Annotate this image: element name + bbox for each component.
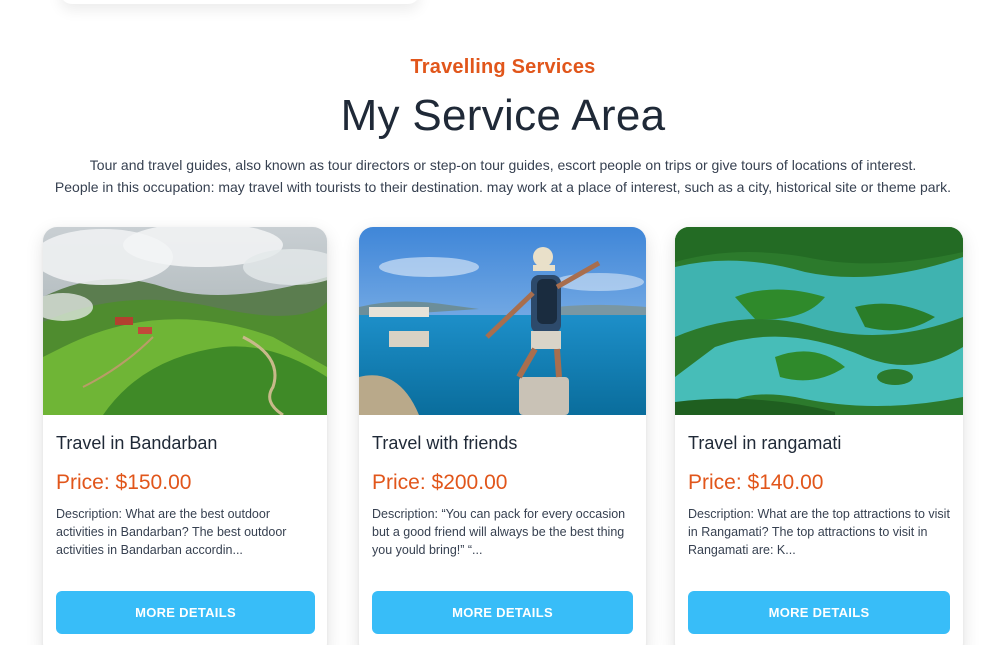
card-description: Description: What are the best outdoor a…: [56, 507, 287, 557]
description-line-2: People in this occupation: may travel wi…: [54, 178, 952, 195]
card-description: Description: What are the top attraction…: [688, 507, 950, 557]
card-title: Travel in Bandarban: [56, 433, 218, 453]
service-card-rangamati: Travel in rangamati Price: $140.00 Descr…: [675, 227, 963, 645]
more-details-button[interactable]: MORE DETAILS: [688, 591, 950, 634]
service-card-bandarban: Travel in Bandarban Price: $150.00 Descr…: [43, 227, 327, 645]
more-details-button[interactable]: MORE DETAILS: [372, 591, 633, 634]
traveler-sea-image: [359, 227, 646, 415]
description-line-1: Tour and travel guides, also known as to…: [89, 157, 917, 173]
more-details-button[interactable]: MORE DETAILS: [56, 591, 315, 634]
section-eyebrow: Travelling Services: [410, 56, 596, 78]
section-description: Tour and travel guides, also known as to…: [0, 155, 1006, 198]
card-description: Description: “You can pack for every occ…: [372, 507, 626, 557]
card-price: Price: $140.00: [688, 471, 824, 494]
services-header: Travelling Services My Service Area Tour…: [0, 56, 1006, 198]
rangamati-lake-image: [675, 227, 963, 415]
bandarban-hills-image: [43, 227, 327, 415]
card-title: Travel with friends: [372, 433, 518, 453]
card-title: Travel in rangamati: [688, 433, 842, 453]
previous-section-edge: [60, 0, 420, 4]
service-cards: Travel in Bandarban Price: $150.00 Descr…: [43, 227, 963, 645]
card-price: Price: $150.00: [56, 471, 192, 494]
page-title: My Service Area: [340, 91, 666, 140]
card-price: Price: $200.00: [372, 471, 508, 494]
service-card-friends: Travel with friends Price: $200.00 Descr…: [359, 227, 646, 645]
